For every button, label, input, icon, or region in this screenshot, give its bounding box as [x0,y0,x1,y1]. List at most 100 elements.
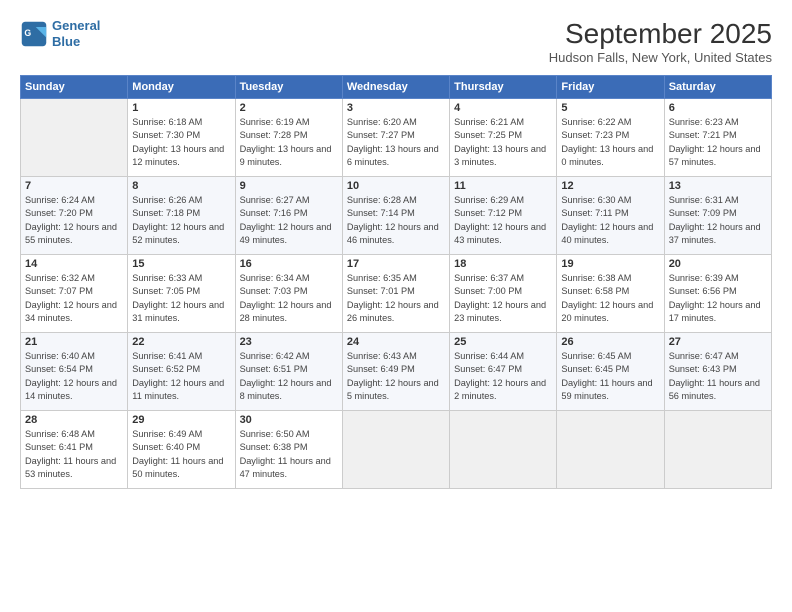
calendar-page: G General Blue September 2025 Hudson Fal… [0,0,792,612]
day-number: 19 [561,258,659,270]
logo-line2: Blue [52,34,80,49]
day-info: Sunrise: 6:30 AMSunset: 7:11 PMDaylight:… [561,194,659,247]
col-wednesday: Wednesday [342,76,449,99]
calendar-table: Sunday Monday Tuesday Wednesday Thursday… [20,75,772,489]
calendar-cell: 25 Sunrise: 6:44 AMSunset: 6:47 PMDayligh… [450,333,557,411]
calendar-cell: 28 Sunrise: 6:48 AMSunset: 6:41 PMDayligh… [21,411,128,489]
week-row-1: 1 Sunrise: 6:18 AMSunset: 7:30 PMDaylight… [21,99,772,177]
header-row: Sunday Monday Tuesday Wednesday Thursday… [21,76,772,99]
day-info: Sunrise: 6:32 AMSunset: 7:07 PMDaylight:… [25,272,123,325]
calendar-cell: 20Sunrise: 6:39 AMSunset: 6:56 PMDayligh… [664,255,771,333]
week-row-5: 28 Sunrise: 6:48 AMSunset: 6:41 PMDayligh… [21,411,772,489]
day-number: 28 [25,414,123,426]
day-info: Sunrise: 6:34 AMSunset: 7:03 PMDaylight:… [240,272,338,325]
calendar-cell [450,411,557,489]
day-info: Sunrise: 6:39 AMSunset: 6:56 PMDaylight:… [669,272,767,325]
calendar-cell: 19Sunrise: 6:38 AMSunset: 6:58 PMDayligh… [557,255,664,333]
calendar-cell: 17 Sunrise: 6:35 AMSunset: 7:01 PMDayligh… [342,255,449,333]
calendar-cell: 26 Sunrise: 6:45 AMSunset: 6:45 PMDayligh… [557,333,664,411]
calendar-cell: 29Sunrise: 6:49 AMSunset: 6:40 PMDayligh… [128,411,235,489]
main-title: September 2025 [549,18,772,50]
day-info: Sunrise: 6:31 AMSunset: 7:09 PMDaylight:… [669,194,767,247]
day-number: 7 [25,180,123,192]
calendar-cell: 4 Sunrise: 6:21 AMSunset: 7:25 PMDaylight… [450,99,557,177]
calendar-cell: 9 Sunrise: 6:27 AMSunset: 7:16 PMDaylight… [235,177,342,255]
svg-text:G: G [24,27,31,37]
calendar-cell: 14 Sunrise: 6:32 AMSunset: 7:07 PMDayligh… [21,255,128,333]
calendar-cell: 11 Sunrise: 6:29 AMSunset: 7:12 PMDayligh… [450,177,557,255]
day-number: 3 [347,102,445,114]
day-info: Sunrise: 6:37 AMSunset: 7:00 PMDaylight:… [454,272,552,325]
day-number: 22 [132,336,230,348]
day-info: Sunrise: 6:19 AMSunset: 7:28 PMDaylight:… [240,116,338,169]
day-number: 24 [347,336,445,348]
day-info: Sunrise: 6:18 AMSunset: 7:30 PMDaylight:… [132,116,230,169]
day-number: 10 [347,180,445,192]
day-number: 30 [240,414,338,426]
day-number: 25 [454,336,552,348]
calendar-cell: 6 Sunrise: 6:23 AMSunset: 7:21 PMDaylight… [664,99,771,177]
day-info: Sunrise: 6:41 AMSunset: 6:52 PMDaylight:… [132,350,230,403]
calendar-cell: 21Sunrise: 6:40 AMSunset: 6:54 PMDayligh… [21,333,128,411]
calendar-cell: 27 Sunrise: 6:47 AMSunset: 6:43 PMDayligh… [664,333,771,411]
calendar-cell: 8Sunrise: 6:26 AMSunset: 7:18 PMDaylight… [128,177,235,255]
calendar-cell: 22 Sunrise: 6:41 AMSunset: 6:52 PMDayligh… [128,333,235,411]
day-info: Sunrise: 6:26 AMSunset: 7:18 PMDaylight:… [132,194,230,247]
day-info: Sunrise: 6:23 AMSunset: 7:21 PMDaylight:… [669,116,767,169]
calendar-cell: 23 Sunrise: 6:42 AMSunset: 6:51 PMDayligh… [235,333,342,411]
day-number: 1 [132,102,230,114]
day-info: Sunrise: 6:21 AMSunset: 7:25 PMDaylight:… [454,116,552,169]
calendar-cell: 2 Sunrise: 6:19 AMSunset: 7:28 PMDaylight… [235,99,342,177]
day-number: 26 [561,336,659,348]
day-info: Sunrise: 6:48 AMSunset: 6:41 PMDaylight:… [25,428,123,481]
day-info: Sunrise: 6:20 AMSunset: 7:27 PMDaylight:… [347,116,445,169]
calendar-cell: 13 Sunrise: 6:31 AMSunset: 7:09 PMDayligh… [664,177,771,255]
col-monday: Monday [128,76,235,99]
day-number: 17 [347,258,445,270]
calendar-cell: 7Sunrise: 6:24 AMSunset: 7:20 PMDaylight… [21,177,128,255]
day-info: Sunrise: 6:22 AMSunset: 7:23 PMDaylight:… [561,116,659,169]
day-number: 14 [25,258,123,270]
day-info: Sunrise: 6:35 AMSunset: 7:01 PMDaylight:… [347,272,445,325]
col-friday: Friday [557,76,664,99]
day-number: 9 [240,180,338,192]
day-number: 11 [454,180,552,192]
day-number: 23 [240,336,338,348]
day-info: Sunrise: 6:47 AMSunset: 6:43 PMDaylight:… [669,350,767,403]
calendar-cell [21,99,128,177]
logo-icon: G [20,20,48,48]
day-info: Sunrise: 6:28 AMSunset: 7:14 PMDaylight:… [347,194,445,247]
day-info: Sunrise: 6:44 AMSunset: 6:47 PMDaylight:… [454,350,552,403]
day-info: Sunrise: 6:45 AMSunset: 6:45 PMDaylight:… [561,350,659,403]
day-info: Sunrise: 6:40 AMSunset: 6:54 PMDaylight:… [25,350,123,403]
day-info: Sunrise: 6:43 AMSunset: 6:49 PMDaylight:… [347,350,445,403]
day-info: Sunrise: 6:42 AMSunset: 6:51 PMDaylight:… [240,350,338,403]
logo-line1: General [52,18,100,33]
col-sunday: Sunday [21,76,128,99]
page-header: G General Blue September 2025 Hudson Fal… [20,18,772,65]
day-number: 18 [454,258,552,270]
day-number: 13 [669,180,767,192]
day-info: Sunrise: 6:29 AMSunset: 7:12 PMDaylight:… [454,194,552,247]
calendar-cell: 16 Sunrise: 6:34 AMSunset: 7:03 PMDayligh… [235,255,342,333]
col-saturday: Saturday [664,76,771,99]
calendar-cell: 24 Sunrise: 6:43 AMSunset: 6:49 PMDayligh… [342,333,449,411]
day-number: 2 [240,102,338,114]
day-number: 16 [240,258,338,270]
day-number: 6 [669,102,767,114]
calendar-cell: 3 Sunrise: 6:20 AMSunset: 7:27 PMDaylight… [342,99,449,177]
subtitle: Hudson Falls, New York, United States [549,50,772,65]
day-number: 12 [561,180,659,192]
day-number: 4 [454,102,552,114]
calendar-cell: 18 Sunrise: 6:37 AMSunset: 7:00 PMDayligh… [450,255,557,333]
calendar-cell [664,411,771,489]
day-info: Sunrise: 6:49 AMSunset: 6:40 PMDaylight:… [132,428,230,481]
calendar-cell: 10 Sunrise: 6:28 AMSunset: 7:14 PMDayligh… [342,177,449,255]
week-row-4: 21Sunrise: 6:40 AMSunset: 6:54 PMDayligh… [21,333,772,411]
calendar-cell: 1 Sunrise: 6:18 AMSunset: 7:30 PMDaylight… [128,99,235,177]
day-info: Sunrise: 6:27 AMSunset: 7:16 PMDaylight:… [240,194,338,247]
calendar-cell: 15Sunrise: 6:33 AMSunset: 7:05 PMDayligh… [128,255,235,333]
week-row-2: 7Sunrise: 6:24 AMSunset: 7:20 PMDaylight… [21,177,772,255]
day-info: Sunrise: 6:50 AMSunset: 6:38 PMDaylight:… [240,428,338,481]
day-number: 27 [669,336,767,348]
